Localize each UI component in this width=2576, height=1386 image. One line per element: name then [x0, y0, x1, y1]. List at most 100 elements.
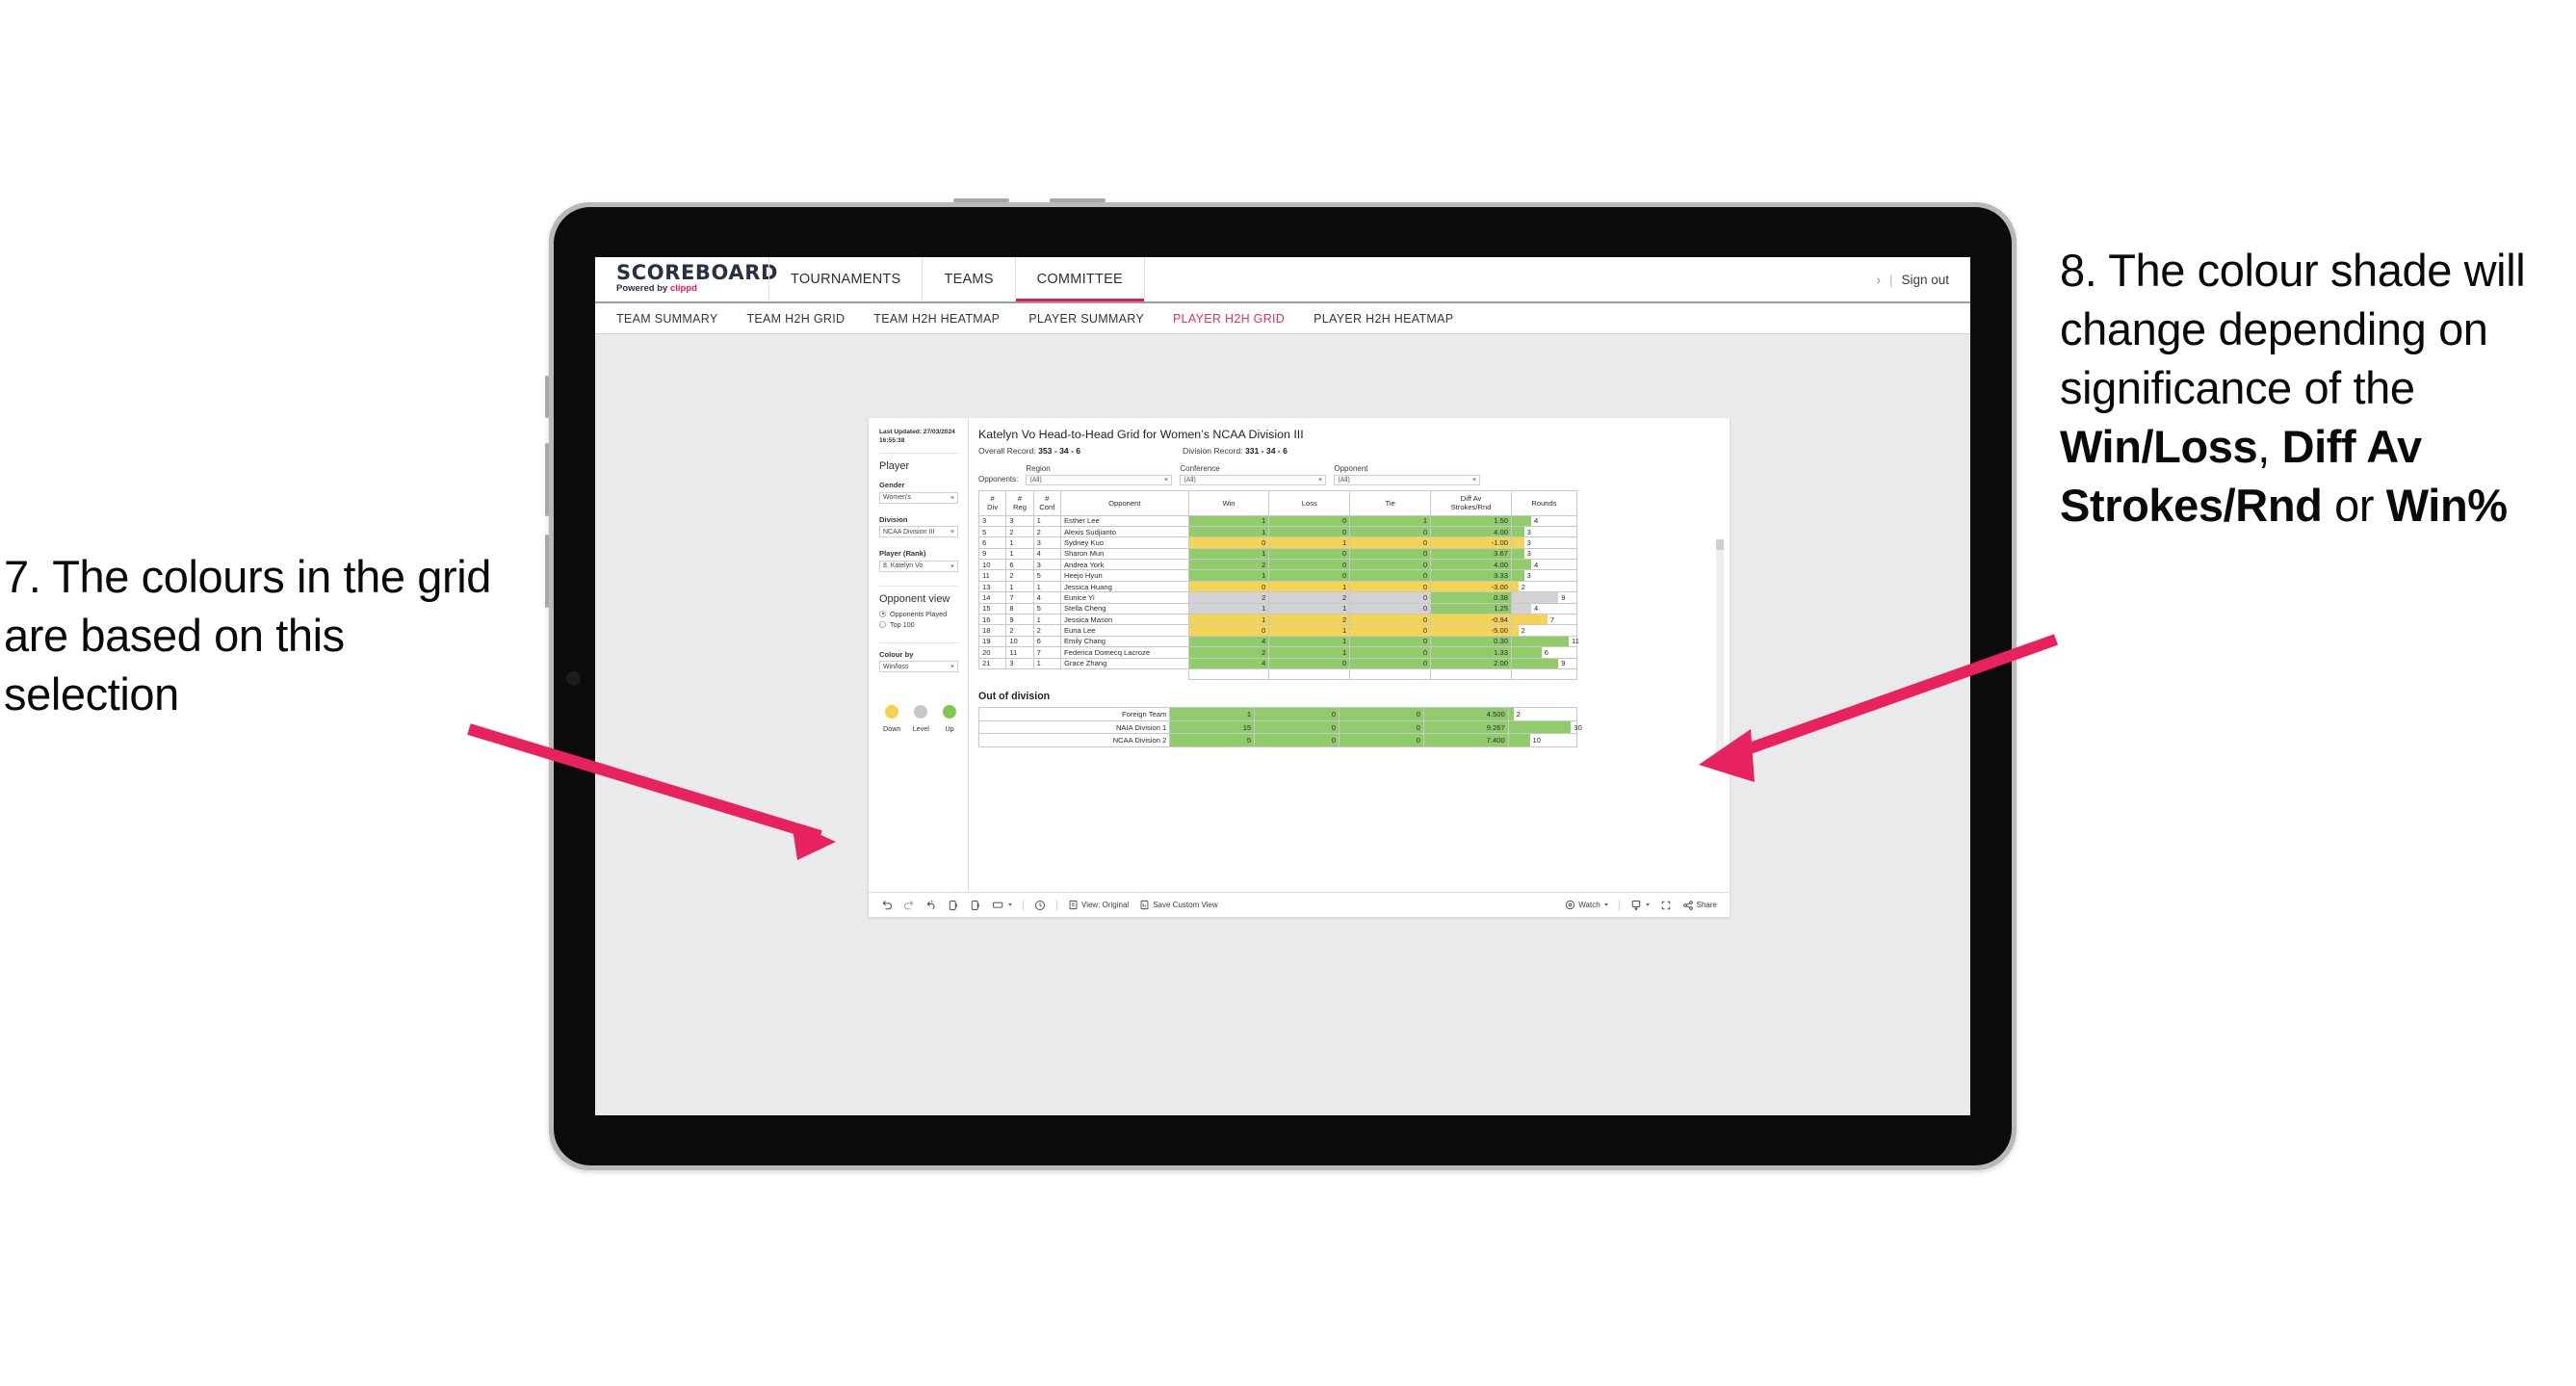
cell-rounds: 11 — [1510, 635, 1579, 648]
col-tie[interactable]: Tie — [1349, 489, 1432, 516]
col-div[interactable]: # Div — [977, 489, 1007, 516]
history-icon[interactable] — [1034, 900, 1046, 911]
division-record: Division Record: 331 - 34 - 6 — [1183, 446, 1288, 456]
subnav-player-summary[interactable]: PLAYER SUMMARY — [1028, 312, 1144, 326]
col-conf[interactable]: # Conf — [1032, 489, 1061, 516]
revert-icon[interactable] — [925, 900, 937, 911]
table-row[interactable]: NCAA Division 2 5 0 0 7.400 10 — [977, 733, 1578, 747]
cell-opponent: Euna Lee — [1059, 624, 1189, 637]
table-row[interactable]: 15 8 5 Stella Cheng 1 1 0 1.25 4 — [977, 602, 1578, 615]
refresh-icon[interactable] — [948, 900, 959, 911]
table-row[interactable]: 11 2 5 Heejo Hyun 1 0 0 3.33 3 — [977, 569, 1578, 582]
col-rounds[interactable]: Rounds — [1510, 489, 1578, 516]
rounds-value: 3 — [1526, 571, 1531, 581]
chevron-down-icon — [1645, 903, 1650, 906]
cell-tie: 0 — [1349, 635, 1432, 648]
cell-div: 10 — [977, 559, 1007, 571]
cell-tie: 0 — [1349, 591, 1432, 604]
table-row[interactable]: 14 7 4 Eunice Yi 2 2 0 0.38 9 — [977, 591, 1578, 604]
cell-div: 20 — [977, 646, 1007, 659]
cell-conf: 4 — [1032, 547, 1061, 561]
cell-loss: 1 — [1268, 646, 1351, 659]
chevron-right-icon[interactable]: › — [1877, 273, 1881, 287]
nav-tournaments[interactable]: TOURNAMENTS — [768, 257, 924, 301]
table-row[interactable]: 9 1 4 Sharon Mun 1 0 0 3.67 3 — [977, 547, 1578, 561]
device-preview-dropdown[interactable] — [992, 900, 1012, 911]
rounds-bar — [1508, 734, 1530, 746]
cell-win: 0 — [1187, 536, 1270, 549]
chevron-down-icon — [950, 496, 954, 499]
cell-reg: 2 — [1005, 525, 1034, 538]
col-diff[interactable]: Diff Av Strokes/Rnd — [1430, 489, 1512, 516]
cell-reg: 9 — [1005, 613, 1034, 626]
subnav-team-h2h-grid[interactable]: TEAM H2H GRID — [746, 312, 845, 326]
chevron-down-icon — [950, 530, 954, 534]
table-row[interactable]: 18 2 2 Euna Lee 0 1 0 -5.00 2 — [977, 624, 1578, 637]
table-row[interactable]: 20 11 7 Federica Domecq Lacroze 2 1 0 1.33 6 — [977, 646, 1578, 659]
player-rank-select[interactable]: 8. Katelyn Vo — [879, 560, 958, 572]
scoreboard-logo[interactable]: SCOREBOARD Powered by clippd — [595, 257, 779, 301]
view-original-label: View: Original — [1081, 901, 1130, 909]
view-original-button[interactable]: View: Original — [1068, 900, 1129, 910]
cell-reg: 3 — [1005, 514, 1034, 527]
subnav-player-h2h-heatmap[interactable]: PLAYER H2H HEATMAP — [1314, 312, 1453, 326]
col-win[interactable]: Win — [1187, 489, 1270, 516]
scrollbar-thumb[interactable] — [1716, 539, 1724, 550]
col-reg[interactable]: # Reg — [1005, 489, 1034, 516]
table-row[interactable]: 13 1 1 Jessica Huang 0 1 0 -3.00 2 — [977, 580, 1578, 593]
region-select[interactable]: (All) — [1026, 474, 1173, 485]
cell-win: 4 — [1187, 635, 1270, 648]
cell-diff: 0.30 — [1430, 635, 1512, 648]
sign-out-button[interactable]: Sign out — [1901, 273, 1949, 287]
cell-loss: 0 — [1254, 719, 1340, 735]
opponent-select[interactable]: (All) — [1334, 474, 1481, 485]
cell-rounds: 4 — [1510, 514, 1578, 527]
table-row[interactable]: 19 10 6 Emily Chang 4 1 0 0.30 11 — [977, 635, 1579, 648]
cell-conf: 3 — [1032, 536, 1061, 549]
redo-icon[interactable] — [903, 900, 915, 911]
subnav-team-h2h-heatmap[interactable]: TEAM H2H HEATMAP — [873, 312, 1000, 326]
colour-by-select[interactable]: Win/loss — [879, 661, 958, 672]
table-row[interactable]: 3 3 1 Esther Lee 1 0 1 1.50 4 — [977, 514, 1578, 527]
cell-conf: 4 — [1032, 591, 1061, 604]
watch-dropdown[interactable]: Watch — [1565, 900, 1608, 910]
col-div-l1: # — [990, 494, 995, 503]
gender-label: Gender — [879, 481, 905, 489]
secondary-nav: TEAM SUMMARY TEAM H2H GRID TEAM H2H HEAT… — [595, 303, 1970, 334]
subnav-team-summary[interactable]: TEAM SUMMARY — [616, 312, 717, 326]
cell-diff: 2.00 — [1430, 657, 1512, 669]
cell-tie: 0 — [1339, 733, 1424, 747]
rounds-value: 30 — [1574, 722, 1582, 732]
radio-opponents-played[interactable]: Opponents Played — [879, 610, 958, 618]
table-row[interactable]: Foreign Team 1 0 0 4.500 2 — [977, 707, 1578, 721]
fullscreen-icon[interactable] — [1660, 900, 1672, 911]
gender-select[interactable]: Women’s — [879, 491, 958, 504]
col-loss[interactable]: Loss — [1268, 489, 1351, 516]
subnav-player-h2h-grid[interactable]: PLAYER H2H GRID — [1173, 312, 1285, 326]
table-row[interactable]: 21 3 1 Grace Zhang 4 0 0 2.00 9 — [977, 657, 1578, 669]
nav-committee[interactable]: COMMITTEE — [1014, 257, 1145, 301]
rounds-bar — [1511, 537, 1524, 548]
vertical-scrollbar[interactable] — [1716, 539, 1724, 759]
division-select[interactable]: NCAA Division III — [879, 526, 958, 537]
radio-top-100[interactable]: Top 100 — [879, 620, 958, 629]
table-row[interactable]: NAIA Division 1 15 0 0 9.267 30 — [977, 719, 1582, 735]
share-button[interactable]: Share — [1682, 900, 1717, 911]
logo-wordmark: SCOREBOARD — [616, 261, 779, 284]
table-row[interactable]: 5 2 2 Alexis Sudjianto 1 0 0 4.00 3 — [977, 525, 1578, 538]
cell-loss: 1 — [1268, 536, 1351, 549]
download-dropdown[interactable] — [1630, 900, 1650, 911]
table-row[interactable]: 10 6 3 Andrea York 2 0 0 4.00 4 — [977, 559, 1578, 571]
cell-rounds: 3 — [1510, 569, 1578, 582]
table-row[interactable]: 16 9 1 Jessica Mason 1 2 0 -0.94 7 — [977, 613, 1578, 626]
conference-select[interactable]: (All) — [1180, 474, 1327, 485]
cell-div: 14 — [977, 591, 1007, 604]
table-row[interactable]: 6 1 3 Sydney Kuo 0 1 0 -1.00 3 — [977, 536, 1578, 549]
nav-teams[interactable]: TEAMS — [922, 257, 1016, 301]
undo-icon[interactable] — [881, 900, 893, 911]
pause-auto-update-icon[interactable] — [970, 900, 981, 911]
empty-cell — [1510, 667, 1578, 681]
save-custom-view-button[interactable]: Save Custom View — [1139, 900, 1218, 910]
cell-rounds: 9 — [1510, 657, 1578, 669]
col-opponent[interactable]: Opponent — [1059, 489, 1189, 516]
